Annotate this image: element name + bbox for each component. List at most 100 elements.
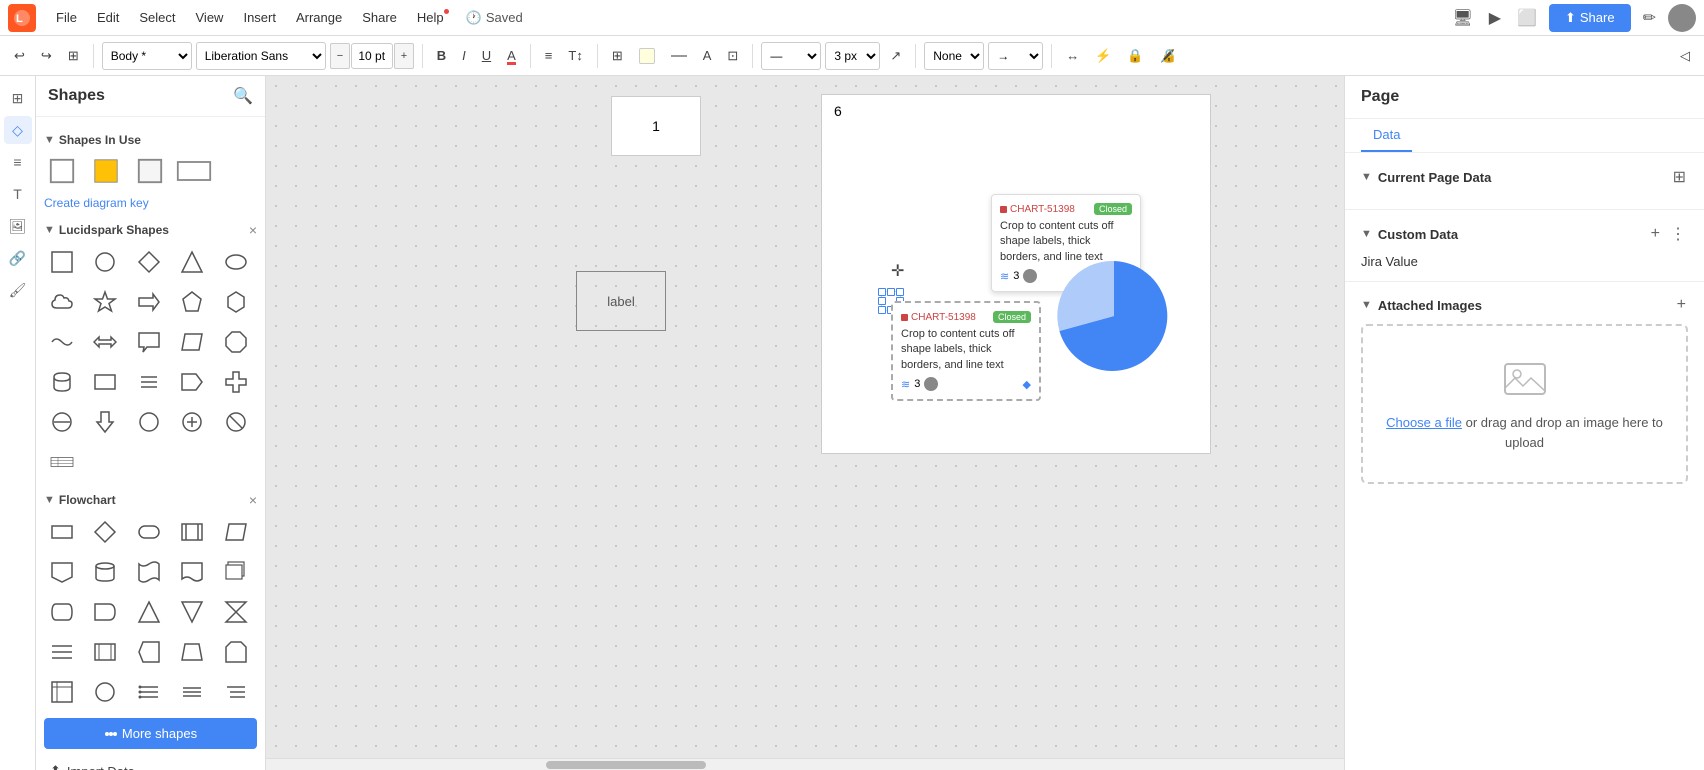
menu-view[interactable]: View (188, 6, 232, 29)
upload-link[interactable]: Choose a file (1386, 415, 1462, 430)
menu-insert[interactable]: Insert (235, 6, 284, 29)
shape-in-use-yellow-square[interactable] (88, 153, 124, 189)
shape-no-entry[interactable] (44, 404, 80, 440)
line-color-button[interactable] (665, 51, 693, 61)
fc-tape[interactable] (131, 554, 167, 590)
underline-button[interactable]: U (476, 44, 497, 67)
tab-data[interactable]: Data (1361, 119, 1412, 152)
font-size-decrease[interactable]: − (330, 43, 350, 69)
present-icon-btn[interactable]: ▶ (1485, 4, 1505, 32)
fc-offpage[interactable] (44, 554, 80, 590)
icon-bar-text[interactable]: T (4, 180, 32, 208)
lock-btn[interactable]: 🔒 (1121, 44, 1149, 68)
horizontal-scrollbar[interactable] (266, 758, 1344, 770)
lucidspark-shapes-header[interactable]: ▼ Lucidspark Shapes × (44, 222, 257, 238)
fc-merge[interactable] (174, 594, 210, 630)
upload-area[interactable]: Choose a file or drag and drop an image … (1361, 324, 1688, 484)
fc-double-line[interactable] (174, 674, 210, 710)
font-size-increase[interactable]: + (394, 43, 414, 69)
shape-square[interactable] (44, 244, 80, 280)
text-bg-button[interactable]: A (697, 44, 718, 67)
fc-list-item[interactable] (131, 674, 167, 710)
shape-rect-outline[interactable] (87, 364, 123, 400)
shape-octagon[interactable] (218, 324, 254, 360)
shape-callout[interactable] (131, 324, 167, 360)
fc-subroutine[interactable] (87, 634, 123, 670)
icon-bar-layers[interactable]: ≡ (4, 148, 32, 176)
fc-terminal[interactable] (131, 514, 167, 550)
shape-squiggle[interactable] (44, 324, 80, 360)
import-data-button[interactable]: ⬆ Import Data (44, 757, 257, 770)
format-button[interactable]: ⊞ (62, 44, 85, 68)
icon-bar-shapes[interactable]: ◇ (4, 116, 32, 144)
fc-multi-doc[interactable] (218, 554, 254, 590)
pie-chart[interactable] (1054, 256, 1174, 376)
redo-button[interactable]: ↪ (35, 44, 58, 68)
icon-bar-brush[interactable]: 🖌 (4, 276, 32, 304)
shape-cloud[interactable] (44, 284, 80, 320)
handle-ml[interactable] (878, 297, 886, 305)
menu-select[interactable]: Select (131, 6, 183, 29)
crop-button[interactable]: ⊡ (721, 44, 744, 68)
fc-internal-storage[interactable] (44, 674, 80, 710)
shapes-in-use-header[interactable]: ▼ Shapes In Use (44, 133, 257, 147)
lock2-btn[interactable]: 🔏 (1154, 44, 1182, 68)
waypoint-btn[interactable]: ↔ (1060, 44, 1085, 67)
italic-button[interactable]: I (456, 44, 472, 67)
fc-summing-junction[interactable] (87, 674, 123, 710)
menu-share[interactable]: Share (354, 6, 405, 29)
menu-file[interactable]: File (48, 6, 85, 29)
shape-in-use-rect[interactable] (176, 153, 212, 189)
handle-tr[interactable] (896, 288, 904, 296)
attached-images-header[interactable]: ▼ Attached Images + (1361, 294, 1688, 316)
frame-icon-btn[interactable]: ⬜ (1513, 4, 1541, 32)
more-shapes-button[interactable]: More shapes (44, 718, 257, 749)
fc-doc[interactable] (174, 554, 210, 590)
line-style-select[interactable]: — (761, 42, 821, 70)
undo-button[interactable]: ↩ (8, 44, 31, 68)
shape-in-use-square[interactable] (44, 153, 80, 189)
current-page-data-table-icon[interactable]: ⊞ (1671, 165, 1688, 189)
custom-data-add-button[interactable]: + (1649, 223, 1662, 245)
shape-star[interactable] (87, 284, 123, 320)
edit-icon-btn[interactable]: ✏ (1639, 4, 1660, 32)
fc-indent-list[interactable] (218, 674, 254, 710)
custom-data-more-button[interactable]: ⋮ (1668, 222, 1688, 246)
share-button[interactable]: ⬆ Share (1549, 4, 1631, 32)
text-color-button[interactable]: A (501, 44, 522, 67)
corner-style-btn[interactable]: ↗ (884, 44, 907, 68)
canvas-label-box[interactable]: label (576, 271, 666, 331)
fc-extract[interactable] (131, 594, 167, 630)
shape-down-arrow[interactable] (87, 404, 123, 440)
table-insert-button[interactable]: ⊞ (606, 44, 629, 68)
connection-style-select[interactable]: None (924, 42, 984, 70)
attached-images-add-button[interactable]: + (1675, 294, 1688, 316)
text-style-button[interactable]: T↕ (562, 44, 588, 67)
canvas-area[interactable]: 1 6 label CHART-51398 Closed Crop to con… (266, 76, 1344, 770)
shape-list[interactable] (131, 364, 167, 400)
fc-arrow-left[interactable] (131, 634, 167, 670)
shape-circle[interactable] (87, 244, 123, 280)
shape-list2[interactable] (44, 444, 80, 480)
icon-bar-home[interactable]: ⊞ (4, 84, 32, 112)
flowchart-header[interactable]: ▼ Flowchart × (44, 492, 257, 508)
create-diagram-key-link[interactable]: Create diagram key (44, 196, 149, 210)
icon-bar-link[interactable]: 🔗 (4, 244, 32, 272)
bold-button[interactable]: B (431, 44, 452, 67)
shapes-search-button[interactable]: 🔍 (233, 86, 253, 106)
font-select[interactable]: Liberation Sans (196, 42, 326, 70)
shape-double-arrow[interactable] (87, 324, 123, 360)
fc-predefined[interactable] (174, 514, 210, 550)
autoconnect-btn[interactable]: ⚡ (1089, 44, 1117, 68)
shape-plus-circle[interactable] (174, 404, 210, 440)
fc-sort[interactable] (44, 634, 80, 670)
shape-step[interactable] (174, 364, 210, 400)
fc-database[interactable] (87, 554, 123, 590)
shape-diamond[interactable] (131, 244, 167, 280)
align-button[interactable]: ≡ (539, 44, 559, 67)
shape-in-use-light-square[interactable] (132, 153, 168, 189)
shape-cancel-circle[interactable] (218, 404, 254, 440)
fc-delay[interactable] (87, 594, 123, 630)
menu-edit[interactable]: Edit (89, 6, 127, 29)
fc-loop-limit[interactable] (218, 634, 254, 670)
